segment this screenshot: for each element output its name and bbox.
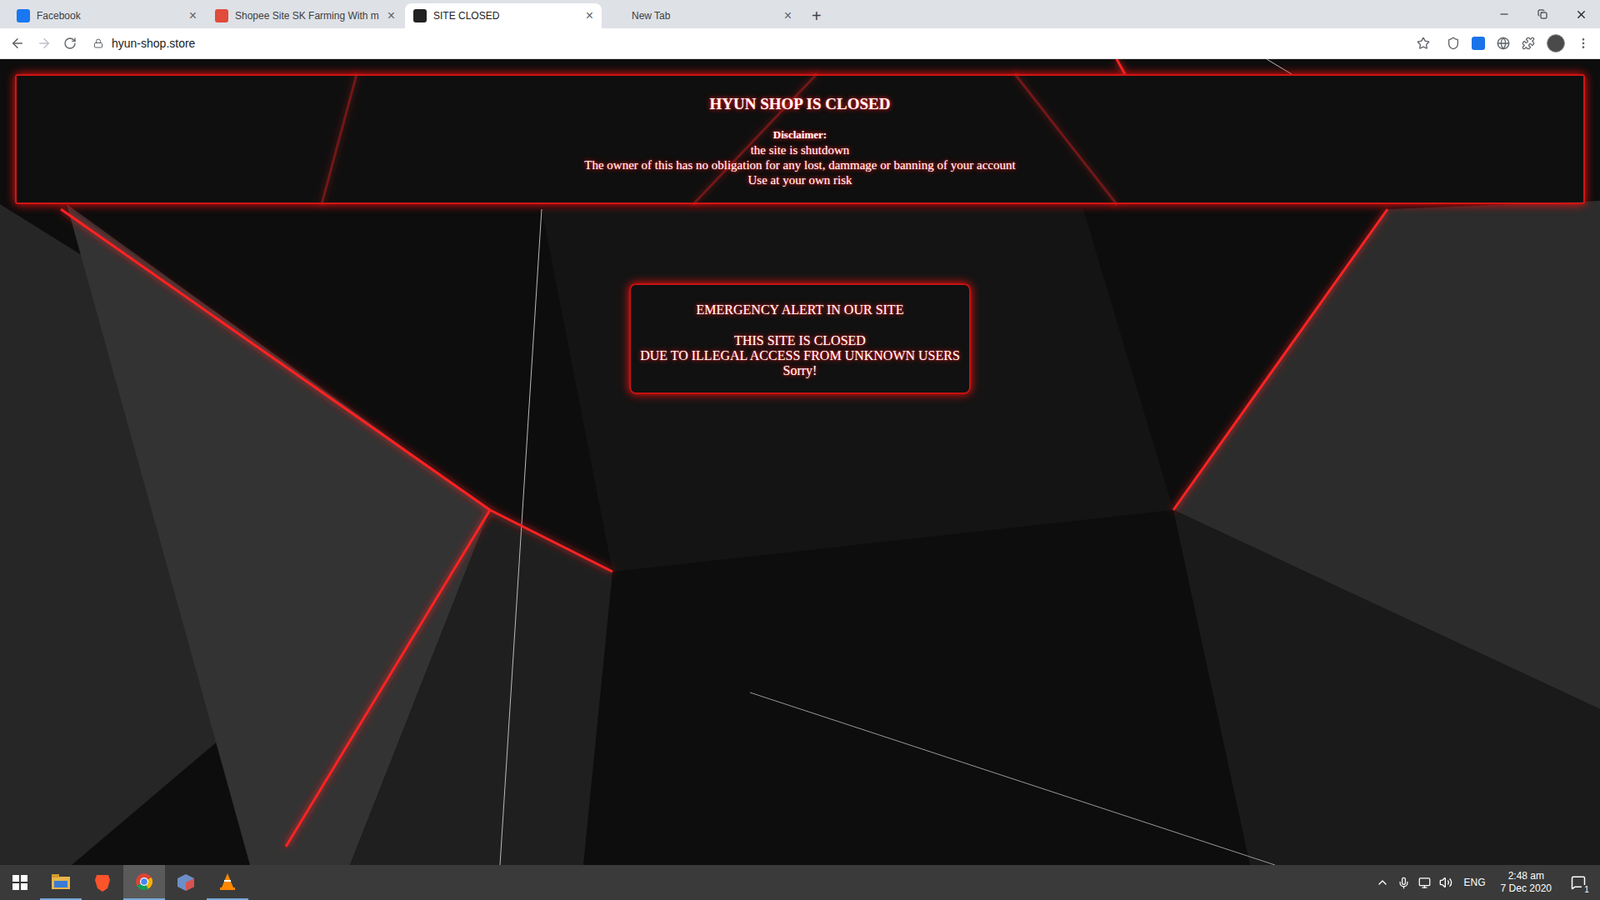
chrome-icon (135, 872, 154, 891)
tab-close-button[interactable]: × (387, 9, 395, 23)
screen: Facebook×Shopee Site SK Farming With m×S… (0, 0, 1600, 900)
language-indicator[interactable]: ENG (1460, 875, 1490, 890)
web-page: HYUN SHOP IS CLOSED Disclaimer:the site i… (0, 59, 1600, 865)
minimize-icon[interactable] (1485, 8, 1524, 20)
taskbar-app[interactable] (165, 865, 207, 900)
alert-line: THIS SITE IS CLOSED (734, 333, 866, 349)
tab-strip: Facebook×Shopee Site SK Farming With m×S… (0, 0, 1600, 29)
address-bar[interactable]: hyun-shop.store (88, 31, 1435, 55)
clock-date: 7 Dec 2020 (1500, 882, 1552, 895)
new-tab-button[interactable]: + (801, 3, 832, 29)
file-explorer-icon (51, 874, 70, 890)
menu-icon[interactable] (1576, 36, 1590, 50)
window-controls (1485, 0, 1600, 29)
taskbar-app[interactable] (123, 865, 165, 900)
show-hidden-icons-icon[interactable] (1375, 875, 1390, 890)
extension-icon[interactable] (1446, 36, 1460, 50)
action-center-button[interactable]: 1 (1563, 870, 1594, 895)
header-title: HYUN SHOP IS CLOSED (710, 92, 891, 117)
clock-time: 2:48 am (1508, 870, 1545, 883)
tab-favicon-icon (215, 9, 229, 23)
disclaimer-line: The owner of this has no obligation for … (584, 157, 1015, 173)
browser-tab[interactable]: Facebook × (8, 3, 205, 29)
lock-icon (93, 38, 104, 49)
tab-close-button[interactable]: × (784, 9, 792, 23)
bookmark-star-icon[interactable] (1416, 36, 1430, 50)
network-icon[interactable] (1418, 876, 1431, 890)
browser-tab[interactable]: New Tab × (603, 3, 800, 29)
disclaimer-line: the site is shutdown (750, 142, 850, 158)
alert-line: Sorry! (783, 363, 818, 379)
volume-icon[interactable] (1439, 875, 1453, 890)
tab-label: Shopee Site SK Farming With m (235, 8, 381, 24)
reload-icon[interactable] (63, 36, 77, 50)
alert-line: DUE TO ILLEGAL ACCESS FROM UNKNOWN USERS (640, 348, 960, 364)
vlc-icon (219, 872, 236, 891)
app-cube-icon (176, 873, 195, 892)
disclaimer-label: Disclaimer: (773, 126, 827, 144)
tab-label: SITE CLOSED (433, 8, 580, 24)
emergency-alert: EMERGENCY ALERT IN OUR SITE THIS SITE IS … (629, 283, 971, 395)
back-icon[interactable] (10, 35, 25, 51)
start-button[interactable] (0, 865, 40, 900)
notification-count: 1 (1581, 885, 1592, 895)
browser-tab[interactable]: Shopee Site SK Farming With m × (206, 3, 404, 29)
taskbar-app[interactable] (81, 865, 124, 900)
tab-favicon-icon (413, 9, 427, 23)
closed-header: HYUN SHOP IS CLOSED Disclaimer:the site i… (15, 74, 1585, 205)
tab-label: Facebook (36, 8, 183, 24)
extension-icon[interactable] (1496, 36, 1510, 50)
extensions-icon[interactable] (1521, 36, 1535, 50)
taskbar-app[interactable] (206, 865, 249, 900)
forward-icon[interactable] (36, 35, 52, 51)
taskbar: ENG 2:48 am7 Dec 2020 1 (0, 865, 1600, 900)
windows-logo-icon (12, 875, 28, 890)
tab-favicon-icon (611, 9, 625, 23)
tab-label: New Tab (631, 8, 778, 24)
brave-browser-icon (94, 873, 111, 892)
address-text: hyun-shop.store (111, 35, 195, 53)
disclaimer-line: Use at your own risk (748, 172, 853, 188)
microphone-icon[interactable] (1397, 876, 1410, 890)
toolbar: hyun-shop.store (0, 28, 1600, 60)
browser-tab[interactable]: SITE CLOSED × (405, 3, 602, 29)
alert-title: EMERGENCY ALERT IN OUR SITE (696, 300, 905, 320)
taskbar-app[interactable] (40, 865, 82, 900)
extension-icon[interactable] (1471, 36, 1485, 50)
tab-close-button[interactable]: × (189, 9, 197, 23)
restore-icon[interactable] (1523, 9, 1562, 20)
close-window-icon[interactable] (1561, 8, 1600, 21)
tab-close-button[interactable]: × (585, 9, 594, 23)
clock[interactable]: 2:48 am7 Dec 2020 (1497, 870, 1555, 895)
system-tray: ENG 2:48 am7 Dec 2020 1 (1375, 870, 1600, 895)
tab-favicon-icon (16, 9, 30, 23)
profile-avatar-icon[interactable] (1546, 34, 1565, 53)
